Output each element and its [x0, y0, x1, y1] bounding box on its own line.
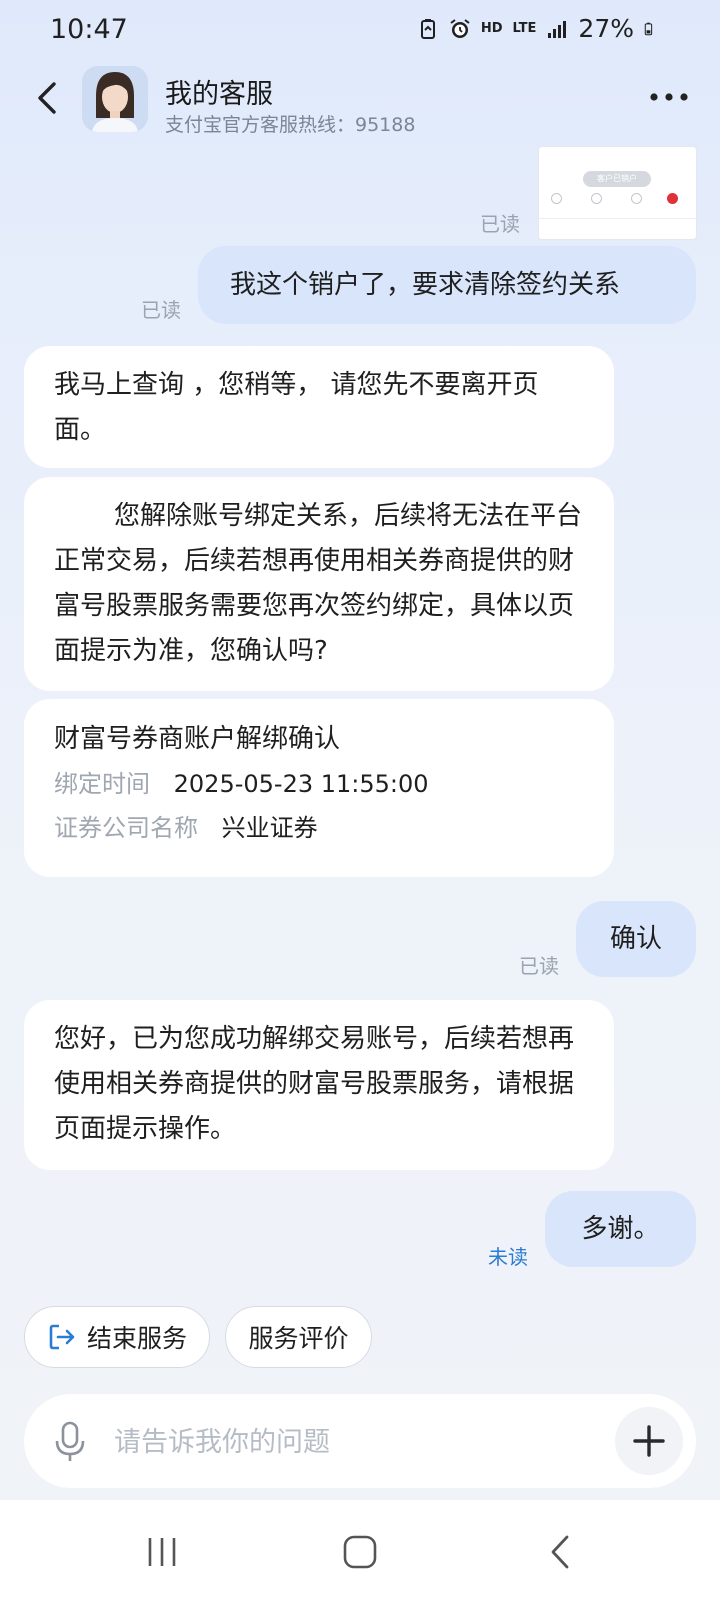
back-icon[interactable] [30, 78, 66, 118]
user-message: 多谢。 [545, 1191, 696, 1267]
bind-time-label: 绑定时间 [54, 770, 150, 798]
more-icon[interactable] [646, 84, 692, 110]
microphone-icon[interactable] [52, 1420, 88, 1464]
battery-percent: 27% [578, 14, 634, 43]
hotline-subtitle: 支付宝官方客服热线：95188 [165, 114, 416, 136]
nav-back-icon[interactable] [548, 1534, 572, 1570]
card-title: 财富号券商账户解绑确认 [54, 724, 341, 754]
hd-label: HD [480, 21, 503, 36]
exit-icon [49, 1324, 75, 1350]
read-status: 已读 [141, 298, 181, 322]
company-value: 兴业证券 [221, 814, 318, 842]
add-button[interactable] [615, 1407, 683, 1475]
lte-label: LTE [512, 21, 537, 36]
end-service-label: 结束服务 [87, 1324, 188, 1353]
read-status: 已读 [480, 212, 520, 236]
screenshot-thumbnail[interactable]: 客户已销户 [538, 146, 697, 240]
home-icon[interactable] [342, 1534, 378, 1570]
battery-saver-icon [420, 18, 435, 39]
agent-avatar [82, 66, 148, 132]
status-time: 10:47 [50, 14, 128, 45]
rate-service-label: 服务评价 [248, 1324, 349, 1353]
bind-time-row: 绑定时间 2025-05-23 11:55:00 [54, 767, 584, 801]
user-message: 确认 [576, 901, 696, 977]
system-nav-bar [0, 1500, 720, 1600]
read-status: 已读 [519, 954, 559, 978]
battery-icon [644, 22, 653, 35]
unread-status: 未读 [488, 1245, 528, 1269]
company-row: 证券公司名称 兴业证券 [54, 811, 584, 845]
end-service-button[interactable]: 结束服务 [24, 1306, 210, 1368]
thumbnail-pill: 客户已销户 [583, 171, 651, 187]
agent-message: 您好，已为您成功解绑交易账号，后续若想再使用相关券商提供的财富号股票服务，请根据… [24, 1000, 614, 1170]
alarm-icon [450, 18, 470, 38]
status-icons: HD LTE 27% [417, 14, 658, 43]
agent-message: 您解除账号绑定关系，后续将无法在平台正常交易，后续若想再使用相关券商提供的财富号… [24, 477, 614, 691]
plus-icon [633, 1425, 665, 1457]
unbind-confirm-card: 财富号券商账户解绑确认 绑定时间 2025-05-23 11:55:00 证券公… [24, 699, 614, 877]
company-label: 证券公司名称 [54, 814, 198, 842]
agent-message: 我马上查询 ，您稍等， 请您先不要离开页面。 [24, 346, 614, 468]
bind-time-value: 2025-05-23 11:55:00 [173, 770, 429, 798]
page-title: 我的客服 [165, 79, 273, 110]
thumbnail-tabbar [539, 193, 696, 211]
user-message: 我这个销户了，要求清除签约关系 [198, 246, 696, 324]
question-input[interactable] [112, 1412, 596, 1472]
rate-service-button[interactable]: 服务评价 [225, 1306, 372, 1368]
recent-apps-icon[interactable] [146, 1536, 178, 1568]
thumbnail-navbar [539, 218, 696, 239]
signal-icon [548, 20, 567, 38]
